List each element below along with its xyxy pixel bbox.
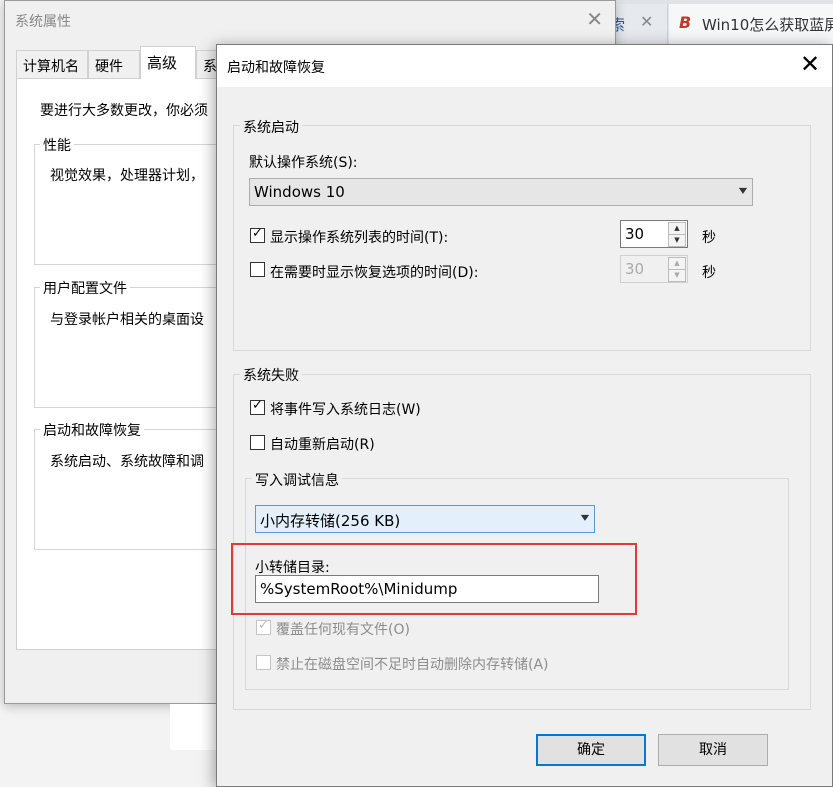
group-text: 与登录帐户相关的桌面设	[50, 312, 204, 328]
group-legend: 写入调试信息	[252, 470, 342, 490]
check-icon: ✓	[252, 398, 263, 413]
seconds-value: 30	[625, 225, 645, 243]
dump-dir-input[interactable]	[255, 575, 599, 603]
tab-advanced[interactable]: 高级	[140, 46, 196, 79]
show-recovery-seconds: 30 ▲ ▼	[620, 255, 688, 283]
show-os-list-label[interactable]: 显示操作系统列表的时间(T):	[270, 227, 448, 247]
disable-auto-delete-checkbox	[256, 655, 271, 670]
group-text: 系统启动、系统故障和调	[50, 454, 204, 470]
dump-type-select[interactable]: 小内存转储(256 KB) ▾	[255, 505, 595, 533]
dialog-title: 启动和故障恢复	[227, 60, 325, 76]
startup-recovery-group	[34, 429, 234, 550]
dump-type-value: 小内存转储(256 KB)	[260, 512, 401, 530]
group-legend: 系统启动	[240, 117, 302, 137]
show-recovery-label[interactable]: 在需要时显示恢复选项的时间(D):	[270, 262, 478, 282]
browser-tab-label: Win10怎么获取蓝屏	[702, 16, 833, 34]
show-recovery-checkbox[interactable]	[250, 262, 265, 277]
group-legend: 用户配置文件	[40, 278, 130, 298]
chevron-down-icon: ▾	[580, 510, 590, 524]
user-profiles-group	[34, 287, 234, 408]
browser-tab-win10[interactable]: B Win10怎么获取蓝屏	[669, 4, 833, 44]
site-logo-icon: B	[679, 13, 692, 32]
dialog-titlebar: 启动和故障恢复 ✕	[217, 45, 832, 87]
close-icon[interactable]: ✕	[795, 49, 825, 79]
group-legend: 系统失败	[240, 365, 302, 385]
cancel-button[interactable]: 取消	[658, 734, 768, 766]
background-panel	[170, 704, 220, 750]
spin-down-icon[interactable]: ▼	[668, 234, 686, 247]
spin-buttons: ▲ ▼	[668, 222, 686, 247]
check-icon: ✓	[252, 226, 263, 241]
intro-text: 要进行大多数更改，你必须	[40, 103, 208, 119]
disable-auto-delete-label: 禁止在磁盘空间不足时自动删除内存转储(A)	[276, 657, 549, 673]
group-text: 视觉效果，处理器计划，	[50, 168, 204, 184]
write-event-label[interactable]: 将事件写入系统日志(W)	[270, 399, 421, 419]
chevron-down-icon: ▾	[738, 183, 748, 197]
spin-buttons: ▲ ▼	[668, 257, 686, 282]
default-os-label: 默认操作系统(S):	[249, 155, 358, 171]
auto-restart-checkbox[interactable]	[250, 435, 265, 450]
startup-recovery-dialog: 启动和故障恢复 ✕ 系统启动 默认操作系统(S): Windows 10 ▾ ✓…	[216, 44, 833, 787]
overwrite-label: 覆盖任何现有文件(O)	[276, 622, 410, 638]
spin-down-icon: ▼	[668, 269, 686, 282]
group-legend: 性能	[40, 135, 74, 155]
check-icon: ✓	[258, 618, 269, 633]
write-event-checkbox[interactable]: ✓	[250, 398, 265, 415]
seconds-unit: 秒	[702, 265, 716, 281]
show-os-list-checkbox[interactable]: ✓	[250, 226, 265, 243]
seconds-value: 30	[625, 260, 645, 278]
tab-hardware[interactable]: 硬件	[88, 50, 140, 78]
dump-dir-field[interactable]	[256, 576, 598, 602]
default-os-select[interactable]: Windows 10 ▾	[249, 178, 753, 206]
overwrite-checkbox: ✓	[256, 618, 271, 635]
group-legend: 启动和故障恢复	[40, 420, 144, 440]
auto-restart-label[interactable]: 自动重新启动(R)	[270, 434, 375, 454]
default-os-value: Windows 10	[254, 183, 345, 201]
ok-button[interactable]: 确定	[536, 734, 646, 766]
dump-dir-label: 小转储目录:	[255, 560, 330, 576]
close-icon[interactable]: ✕	[640, 12, 653, 31]
close-icon[interactable]: ✕	[586, 7, 603, 31]
show-os-list-seconds[interactable]: 30 ▲ ▼	[620, 220, 688, 248]
performance-group	[34, 144, 234, 265]
seconds-unit: 秒	[702, 230, 716, 246]
tab-computer-name[interactable]: 计算机名	[16, 50, 88, 78]
window-title: 系统属性	[15, 14, 71, 30]
